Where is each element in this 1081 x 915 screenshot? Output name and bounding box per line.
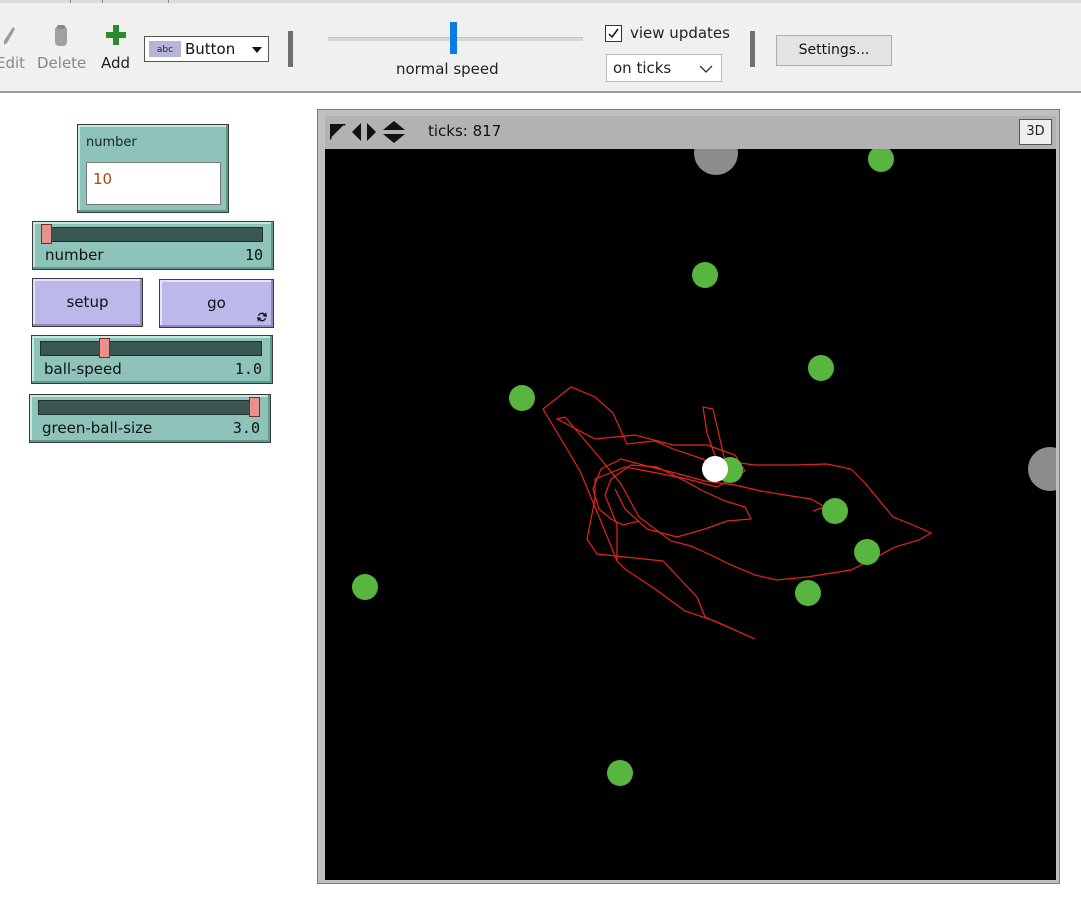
- speed-slider-thumb[interactable]: [449, 22, 457, 54]
- edit-button[interactable]: Edit: [0, 26, 26, 74]
- slider-track[interactable]: [38, 400, 260, 415]
- delete-label: Delete: [37, 54, 87, 72]
- number-slider[interactable]: number 10: [32, 221, 274, 270]
- gray-ball: [1028, 447, 1056, 491]
- go-button[interactable]: go: [159, 279, 274, 328]
- pencil-icon: [4, 27, 15, 45]
- slider-name: ball-speed: [44, 360, 122, 378]
- world-canvas: [352, 149, 1056, 786]
- toolbar-divider: [288, 31, 293, 67]
- check-icon: [608, 28, 619, 39]
- arrows-horizontal-icon[interactable]: [351, 122, 377, 142]
- green-ball: [509, 385, 535, 411]
- toolbar: Edit Delete Add abc Button normal speed …: [0, 0, 1081, 93]
- green-ball: [808, 355, 834, 381]
- 3d-view-button[interactable]: 3D: [1019, 119, 1052, 145]
- slider-track[interactable]: [40, 341, 262, 356]
- tab-strip-edge: [0, 0, 1081, 3]
- view-header: ticks: 817 3D: [325, 116, 1056, 149]
- input-label: number: [86, 135, 137, 150]
- ball-trail: [542, 386, 933, 640]
- slider-value: 10: [244, 246, 263, 264]
- trash-icon: [55, 25, 67, 46]
- gray-ball: [694, 149, 738, 175]
- number-input-widget: number 10: [77, 124, 229, 213]
- setup-button[interactable]: setup: [32, 278, 143, 327]
- view-updates-label: view updates: [630, 24, 730, 42]
- view-updates-checkbox[interactable]: [605, 25, 622, 42]
- add-button[interactable]: Add: [100, 24, 134, 74]
- world-view[interactable]: [325, 149, 1056, 880]
- forever-icon: [257, 312, 267, 322]
- green-ball: [795, 580, 821, 606]
- chevron-down-icon: [699, 65, 713, 73]
- shapes-icon: [330, 124, 346, 140]
- slider-name: green-ball-size: [42, 419, 153, 437]
- green-ball: [854, 539, 880, 565]
- ball-speed-slider[interactable]: ball-speed 1.0: [31, 335, 273, 384]
- go-label: go: [207, 294, 226, 312]
- widget-type-select[interactable]: abc Button: [144, 36, 269, 62]
- green-ball: [868, 149, 894, 172]
- arrows-vertical-icon[interactable]: [382, 120, 406, 144]
- slider-name: number: [45, 246, 104, 264]
- green-ball-size-slider[interactable]: green-ball-size 3.0: [29, 394, 271, 443]
- update-mode-value: on ticks: [613, 59, 672, 77]
- update-mode-select[interactable]: on ticks: [606, 54, 722, 82]
- edit-label: Edit: [0, 54, 26, 72]
- delete-button[interactable]: Delete: [36, 24, 88, 74]
- slider-thumb[interactable]: [99, 338, 111, 358]
- plus-icon: [106, 25, 126, 45]
- green-ball: [822, 498, 848, 524]
- button-widget-icon: abc: [149, 41, 181, 57]
- toolbar-divider: [750, 31, 755, 67]
- slider-thumb[interactable]: [41, 224, 52, 244]
- slider-value: 3.0: [232, 419, 260, 437]
- speed-label: normal speed: [396, 60, 499, 78]
- slider-track[interactable]: [41, 227, 263, 242]
- number-input[interactable]: 10: [86, 162, 221, 205]
- chevron-down-icon: [252, 47, 262, 53]
- widget-type-value: Button: [185, 40, 236, 58]
- green-ball: [352, 574, 378, 600]
- slider-thumb[interactable]: [249, 397, 260, 417]
- ticks-counter: ticks: 817: [428, 122, 502, 140]
- slider-value: 1.0: [234, 360, 262, 378]
- green-ball: [692, 262, 718, 288]
- green-ball: [607, 760, 633, 786]
- settings-button[interactable]: Settings...: [776, 35, 892, 66]
- add-label: Add: [101, 54, 131, 72]
- white-ball: [702, 456, 728, 482]
